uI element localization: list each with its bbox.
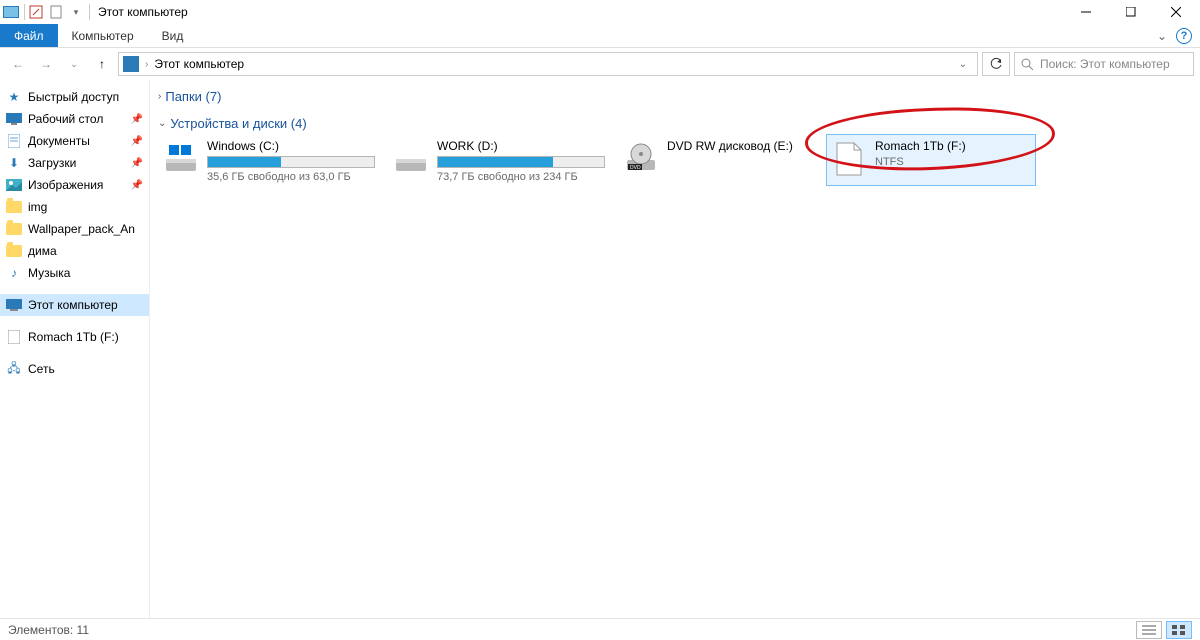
drive-free-text: 35,6 ГБ свободно из 63,0 ГБ xyxy=(207,171,375,183)
maximize-button[interactable] xyxy=(1108,0,1153,24)
drive-label: Romach 1Tb (F:) xyxy=(875,139,1031,153)
nav-row: ← → ⌄ ↑ › Этот компьютер ⌄ Поиск: Этот к… xyxy=(0,48,1200,80)
svg-text:DVD: DVD xyxy=(630,165,641,171)
drive-f[interactable]: Romach 1Tb (F:) NTFS xyxy=(826,134,1036,186)
minimize-button[interactable] xyxy=(1063,0,1108,24)
drive-e[interactable]: DVD DVD RW дисковод (E:) xyxy=(618,134,818,186)
qat-dropdown-icon[interactable]: ▾ xyxy=(67,3,85,21)
downloads-icon: ⬇ xyxy=(6,155,22,171)
ribbon-expand-icon[interactable]: ⌄ xyxy=(1148,24,1176,47)
search-box[interactable]: Поиск: Этот компьютер xyxy=(1014,52,1194,76)
disk-icon xyxy=(393,141,429,177)
chevron-down-icon: ⌄ xyxy=(158,118,166,129)
window-title: Этот компьютер xyxy=(98,5,188,19)
sidebar-item-desktop[interactable]: Рабочий стол 📌 xyxy=(0,108,149,130)
sidebar-network[interactable]: 🖧 Сеть xyxy=(0,358,149,380)
nav-forward-button[interactable]: → xyxy=(34,52,58,76)
drive-free-text: 73,7 ГБ свободно из 234 ГБ xyxy=(437,171,605,183)
address-bar[interactable]: › Этот компьютер ⌄ xyxy=(118,52,978,76)
location-icon xyxy=(123,56,139,72)
address-history-icon[interactable]: ⌄ xyxy=(953,59,973,70)
ribbon-file-tab[interactable]: Файл xyxy=(0,24,58,47)
app-icon xyxy=(2,3,20,21)
search-placeholder: Поиск: Этот компьютер xyxy=(1040,57,1170,71)
section-folders-header[interactable]: › Папки (7) xyxy=(158,86,1192,107)
sidebar-item-dima[interactable]: дима xyxy=(0,240,149,262)
sidebar-item-wallpaper[interactable]: Wallpaper_pack_An xyxy=(0,218,149,240)
drive-label: Windows (C:) xyxy=(207,139,375,153)
drive-c[interactable]: Windows (C:) 35,6 ГБ свободно из 63,0 ГБ xyxy=(158,134,380,186)
view-tiles-button[interactable] xyxy=(1166,621,1192,639)
qat-newfolder-icon[interactable] xyxy=(47,3,65,21)
blank-file-icon xyxy=(831,141,867,177)
sidebar-this-pc[interactable]: Этот компьютер xyxy=(0,294,149,316)
help-icon[interactable]: ? xyxy=(1176,28,1192,44)
folder-icon xyxy=(6,243,22,259)
pc-icon xyxy=(6,297,22,313)
titlebar: ▾ Этот компьютер xyxy=(0,0,1200,24)
sidebar-item-downloads[interactable]: ⬇ Загрузки 📌 xyxy=(0,152,149,174)
dvd-icon: DVD xyxy=(623,141,659,177)
statusbar: Элементов: 11 xyxy=(0,618,1200,640)
documents-icon xyxy=(6,133,22,149)
pictures-icon xyxy=(6,177,22,193)
chevron-right-icon: › xyxy=(158,91,161,102)
pin-icon: 📌 xyxy=(131,136,143,147)
drive-fs-text: NTFS xyxy=(875,156,1031,168)
drive-label: DVD RW дисковод (E:) xyxy=(667,139,813,153)
pin-icon: 📌 xyxy=(131,114,143,125)
sidebar-quick-access[interactable]: ★ Быстрый доступ xyxy=(0,86,149,108)
breadcrumb-sep-icon: › xyxy=(145,59,148,70)
capacity-bar xyxy=(437,156,605,168)
drive-label: WORK (D:) xyxy=(437,139,605,153)
drive-d[interactable]: WORK (D:) 73,7 ГБ свободно из 234 ГБ xyxy=(388,134,610,186)
view-details-button[interactable] xyxy=(1136,621,1162,639)
search-icon xyxy=(1021,58,1034,71)
sidebar-item-music[interactable]: ♪ Музыка xyxy=(0,262,149,284)
sidebar-drive-f[interactable]: Romach 1Tb (F:) xyxy=(0,326,149,348)
section-drives-header[interactable]: ⌄ Устройства и диски (4) xyxy=(158,113,1192,134)
close-button[interactable] xyxy=(1153,0,1198,24)
breadcrumb-location[interactable]: Этот компьютер xyxy=(154,57,244,71)
file-pane: › Папки (7) ⌄ Устройства и диски (4) Win… xyxy=(150,80,1200,618)
capacity-bar xyxy=(207,156,375,168)
ribbon: Файл Компьютер Вид ⌄ ? xyxy=(0,24,1200,48)
music-icon: ♪ xyxy=(6,265,22,281)
ribbon-tab-view[interactable]: Вид xyxy=(148,24,198,47)
nav-back-button[interactable]: ← xyxy=(6,52,30,76)
file-icon xyxy=(6,329,22,345)
network-icon: 🖧 xyxy=(6,361,22,377)
ribbon-tab-computer[interactable]: Компьютер xyxy=(58,24,148,47)
refresh-button[interactable] xyxy=(982,52,1010,76)
sidebar-item-img[interactable]: img xyxy=(0,196,149,218)
sidebar: ★ Быстрый доступ Рабочий стол 📌 Документ… xyxy=(0,80,150,618)
star-icon: ★ xyxy=(6,89,22,105)
pin-icon: 📌 xyxy=(131,158,143,169)
folder-icon xyxy=(6,199,22,215)
sidebar-item-pictures[interactable]: Изображения 📌 xyxy=(0,174,149,196)
disk-icon xyxy=(163,141,199,177)
status-item-count: Элементов: 11 xyxy=(8,623,89,637)
qat-properties-icon[interactable] xyxy=(27,3,45,21)
nav-recent-dropdown[interactable]: ⌄ xyxy=(62,52,86,76)
folder-icon xyxy=(6,221,22,237)
desktop-icon xyxy=(6,111,22,127)
sidebar-item-documents[interactable]: Документы 📌 xyxy=(0,130,149,152)
pin-icon: 📌 xyxy=(131,180,143,191)
nav-up-button[interactable]: ↑ xyxy=(90,52,114,76)
